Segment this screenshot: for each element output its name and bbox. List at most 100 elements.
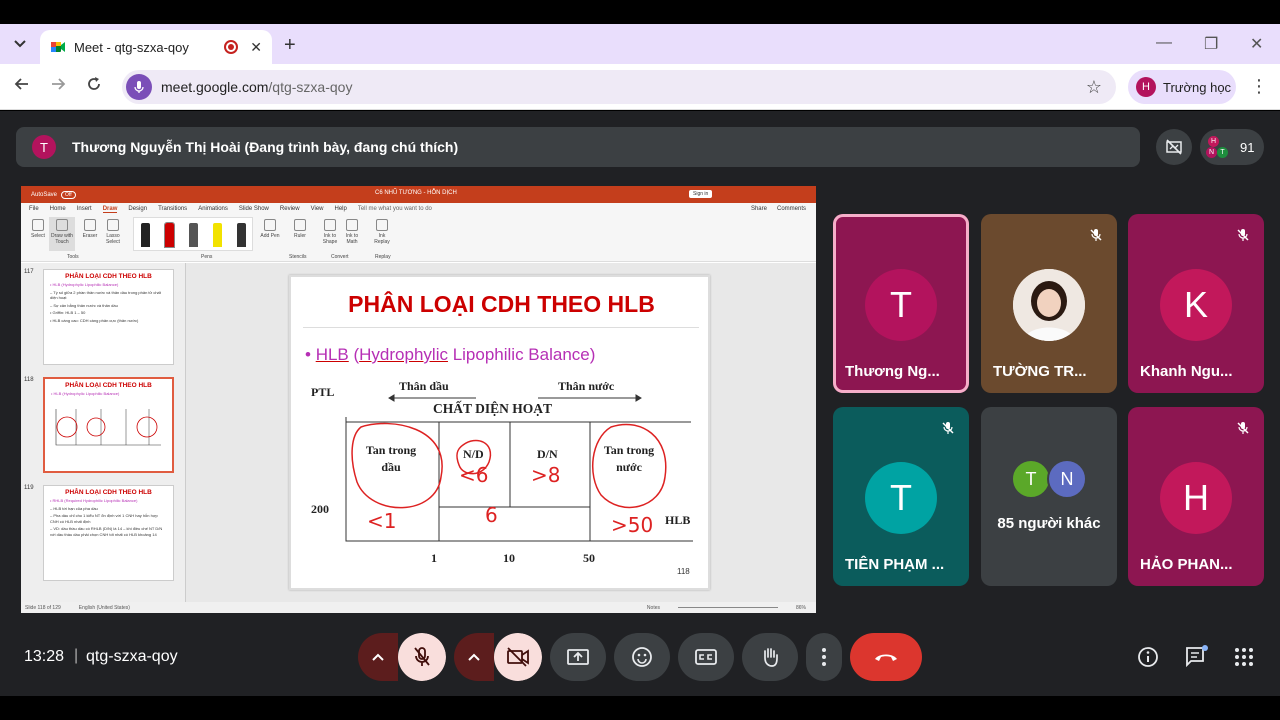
ppt-statusbar: Slide 118 of 129 English (United States)… (21, 602, 816, 613)
reload-button[interactable] (86, 76, 102, 97)
hide-annotations-button[interactable] (1156, 129, 1192, 165)
apps-grid-icon (1235, 648, 1253, 666)
minimize-button[interactable]: — (1156, 34, 1172, 52)
ppt-signin-button[interactable]: Sign in (689, 190, 713, 198)
ribbon-lasso[interactable]: Lasso Select (101, 219, 125, 245)
participant-avatar: T (865, 462, 937, 534)
participant-photo (1013, 269, 1085, 341)
menu-help[interactable]: Help (335, 206, 347, 212)
video-options-button[interactable] (454, 633, 494, 681)
slide-page-number: 118 (677, 567, 690, 576)
slide-thumbnail-selected[interactable]: PHÂN LOẠI CDH THEO HLB • HLB (Hydrophyli… (43, 377, 174, 473)
thumb-line: • HLB càng cao: CDH càng phân cực (thân … (50, 317, 139, 323)
ribbon-eraser[interactable]: Eraser (79, 219, 101, 239)
slide-thumbnail[interactable]: PHÂN LOẠI CDH THEO HLB • RHLB (Required … (43, 485, 174, 581)
muted-mic-icon (1083, 222, 1109, 248)
menu-view[interactable]: View (311, 206, 324, 212)
axis-200: 200 (311, 502, 329, 516)
raise-hand-button[interactable] (742, 633, 798, 681)
browser-menu-icon[interactable]: ⋮ (1250, 76, 1268, 97)
participant-tile[interactable]: K Khanh Ngu... (1128, 214, 1264, 393)
pen-red[interactable] (164, 222, 175, 248)
leave-call-button[interactable] (850, 633, 922, 681)
status-language: English (United States) (78, 604, 130, 611)
presenter-banner: T Thương Nguyễn Thị Hoài (Đang trình bày… (16, 127, 1140, 167)
menu-draw[interactable]: Draw (102, 206, 118, 213)
audio-options-button[interactable] (358, 633, 398, 681)
thumb-title: PHÂN LOẠI CDH THEO HLB (65, 273, 152, 280)
status-zoom[interactable]: 86% (796, 605, 816, 611)
more-options-button[interactable] (806, 633, 842, 681)
menu-review[interactable]: Review (280, 206, 300, 212)
pen-gray[interactable] (189, 223, 198, 247)
meeting-details-button[interactable] (1136, 645, 1160, 669)
status-notes-button[interactable]: Notes (647, 605, 660, 611)
participant-name: HẢO PHAN... (1140, 556, 1233, 573)
tell-me-search[interactable]: Tell me what you want to do (358, 206, 432, 212)
reactions-button[interactable] (614, 633, 670, 681)
camera-toggle-button[interactable] (494, 633, 542, 681)
browser-tab-meet[interactable]: Meet - qtg-szxa-qoy ✕ (40, 30, 272, 64)
participant-tile[interactable]: T TIÊN PHẠM ... (833, 407, 969, 586)
captions-button[interactable] (678, 633, 734, 681)
group-convert: Convert (331, 254, 349, 260)
window-close-button[interactable]: ✕ (1250, 34, 1263, 54)
activities-button[interactable] (1232, 645, 1256, 669)
participant-tile[interactable]: H HẢO PHAN... (1128, 407, 1264, 586)
ribbon-ink-math[interactable]: Ink to Math (341, 219, 363, 245)
ink-gt50: >50 (611, 513, 654, 537)
ribbon-add-pen[interactable]: Add Pen (259, 219, 281, 239)
present-button[interactable] (550, 633, 606, 681)
ribbon-draw-touch[interactable]: Draw with Touch (49, 217, 75, 251)
menu-insert[interactable]: Insert (77, 206, 92, 212)
pen-black[interactable] (141, 223, 150, 247)
slide-thumbnail[interactable]: PHÂN LOẠI CDH THEO HLB • HLB (Hydrophyli… (43, 269, 174, 365)
mic-toggle-button[interactable] (398, 633, 446, 681)
label-tan-trong-dau: Tan trong dầu (365, 443, 417, 474)
slide-thumbnails: 117 PHÂN LOẠI CDH THEO HLB • HLB (Hydrop… (21, 263, 186, 602)
participant-tile[interactable]: T Thương Ng... (833, 214, 969, 393)
others-tile[interactable]: T N 85 người khác (981, 407, 1117, 586)
profile-chip[interactable]: H Trường học (1128, 70, 1236, 104)
thumb-line: – Tỷ số giữa 2 phần thân nước và thân dầ… (50, 289, 161, 301)
restore-button[interactable]: ❐ (1204, 34, 1218, 54)
menu-file[interactable]: File (29, 206, 39, 212)
menu-transitions[interactable]: Transitions (158, 206, 187, 212)
autosave-toggle[interactable]: Off (61, 190, 76, 199)
group-pens: Pens (201, 254, 213, 260)
chat-button[interactable] (1184, 645, 1208, 669)
zoom-slider[interactable] (677, 607, 778, 608)
back-button[interactable] (14, 76, 30, 97)
participants-button[interactable]: H N T 91 (1200, 129, 1264, 165)
menu-design[interactable]: Design (128, 206, 147, 212)
camera-control (454, 633, 542, 681)
label-dn: D/N (537, 447, 558, 461)
ribbon-select[interactable]: Select (27, 219, 49, 239)
muted-mic-icon (1230, 415, 1256, 441)
bookmark-star-icon[interactable]: ☆ (1086, 77, 1102, 98)
replay-icon (376, 219, 388, 231)
ribbon-ruler[interactable]: Ruler (289, 219, 311, 239)
new-tab-button[interactable]: + (284, 34, 296, 57)
participant-tile[interactable]: TƯỜNG TR... (981, 214, 1117, 393)
address-bar[interactable]: meet.google.com/qtg-szxa-qoy ☆ (122, 70, 1116, 104)
chevron-up-icon (372, 653, 384, 661)
menu-home[interactable]: Home (50, 206, 66, 212)
highlighter-yellow[interactable] (213, 223, 222, 247)
tab-search-button[interactable] (8, 32, 32, 56)
menu-slideshow[interactable]: Slide Show (239, 206, 269, 212)
participant-name: TƯỜNG TR... (993, 363, 1087, 380)
ribbon-ink-shape[interactable]: Ink to Shape (319, 219, 341, 245)
tab-close-icon[interactable]: ✕ (250, 39, 262, 56)
ppt-share-button[interactable]: Share (751, 206, 767, 212)
reload-icon (88, 77, 100, 90)
ppt-comments-button[interactable]: Comments (777, 206, 806, 212)
chevron-down-icon (14, 40, 26, 48)
thumb-line: – Sự cân bằng thân nước và thân dầu (50, 302, 118, 308)
ribbon-ink-replay[interactable]: Ink Replay (371, 219, 393, 245)
menu-animations[interactable]: Animations (198, 206, 228, 212)
plus-icon (264, 219, 276, 231)
microphone-icon[interactable] (126, 74, 152, 100)
forward-button[interactable] (50, 76, 66, 97)
pencil-dark[interactable] (237, 223, 246, 247)
